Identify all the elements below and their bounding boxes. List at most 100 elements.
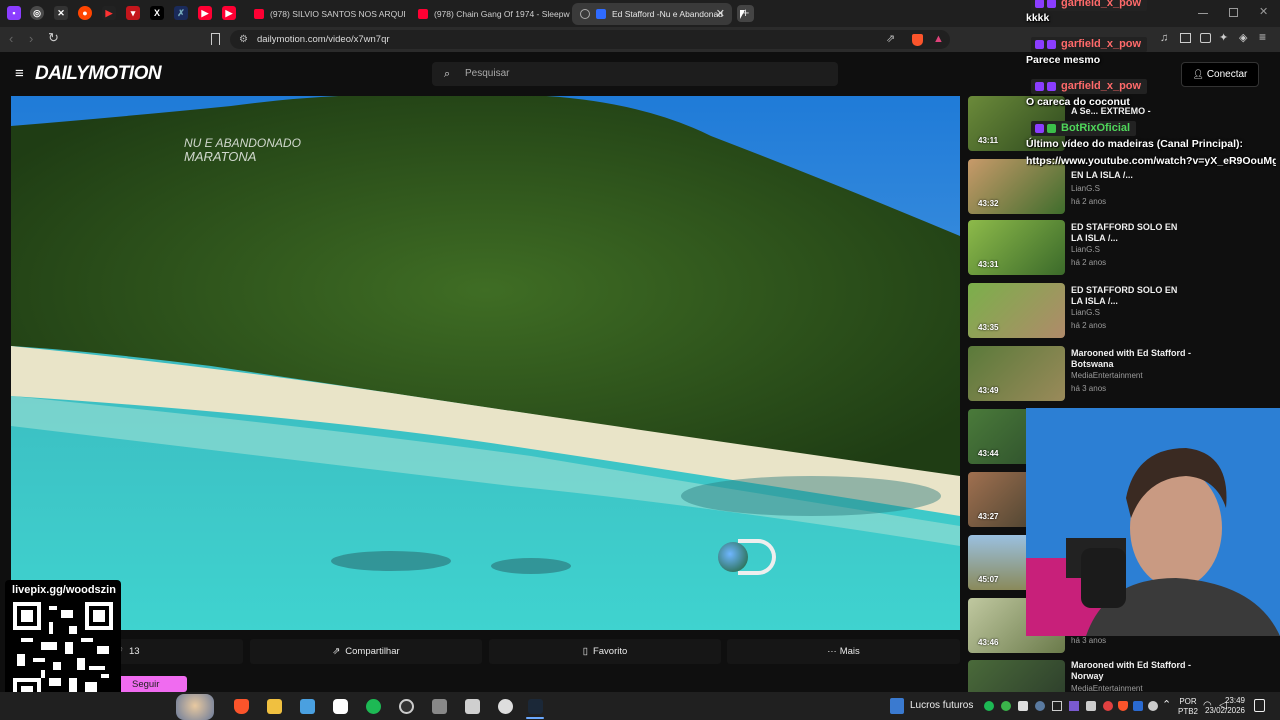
brave-rewards-icon[interactable]: ▲ <box>933 30 944 49</box>
capcut-taskbar-icon[interactable] <box>333 699 348 714</box>
tab-ed-stafford[interactable]: Ed Stafford -Nu e Abandonad ✕ <box>572 3 732 25</box>
bookmark-icon[interactable] <box>211 33 220 45</box>
pinned-tab-icon-2[interactable]: ✗ <box>174 6 188 20</box>
chat-username-text: BotRixOficial <box>1061 122 1131 134</box>
file-explorer-taskbar-icon[interactable] <box>267 699 282 714</box>
video-title: Marooned with Ed Stafford - Norway <box>1071 660 1191 681</box>
app-taskbar-icon-3[interactable] <box>498 699 513 714</box>
maximize-icon[interactable] <box>1229 8 1238 17</box>
youtube-pinned-tab-icon-3[interactable]: ▶ <box>222 6 236 20</box>
tray-icon-3[interactable] <box>1035 701 1045 711</box>
video-thumbnail: 43:35 <box>968 283 1065 338</box>
youtube-favicon-icon <box>254 9 264 19</box>
close-window-icon[interactable]: ✕ <box>1259 5 1268 18</box>
bookmark-icon: ▯ <box>582 646 588 657</box>
related-video-item[interactable]: Marooned with Ed Stafford - Norway Media… <box>968 660 1268 692</box>
wallet-icon[interactable] <box>1200 33 1211 43</box>
video-title: Marooned with Ed Stafford - Botswana <box>1071 348 1191 369</box>
chatgpt-pinned-tab-icon[interactable]: ◎ <box>30 6 44 20</box>
discovery-logo <box>738 539 776 575</box>
tray-icon-8[interactable] <box>1133 701 1143 711</box>
close-tab-icon[interactable]: ✕ <box>716 7 725 20</box>
badge-icon <box>1035 0 1044 8</box>
spotify-taskbar-icon[interactable] <box>366 699 381 714</box>
search-icon: ⌕ <box>444 68 451 80</box>
favorite-button[interactable]: ▯ Favorito <box>489 639 721 664</box>
minimize-icon[interactable] <box>1198 13 1208 14</box>
video-frame <box>11 96 960 630</box>
chat-message: Último vídeo do madeiras (Canal Principa… <box>1026 138 1244 150</box>
youtube-pinned-tab-icon-2[interactable]: ▶ <box>198 6 212 20</box>
widget-icon[interactable] <box>890 698 904 714</box>
badge-icon <box>1047 0 1056 8</box>
tray-icon[interactable] <box>1001 701 1011 711</box>
related-video-item[interactable]: 43:49 Marooned with Ed Stafford - Botswa… <box>968 346 1268 401</box>
keyboard-layout: PTB2 <box>1178 707 1199 716</box>
more-button[interactable]: ··· Mais <box>727 639 960 664</box>
tab-silvio-santos[interactable]: (978) SILVIO SANTOS NOS ARQUIVO <box>246 3 406 25</box>
tray-icon-7[interactable] <box>1103 701 1113 711</box>
mascot-icon[interactable] <box>176 694 214 720</box>
brave-shields-icon[interactable] <box>912 34 923 46</box>
media-icon[interactable]: ♫ <box>1160 32 1168 44</box>
chat-username: garfield_x_pow <box>1031 0 1148 11</box>
x-pinned-tab-icon[interactable]: X <box>150 6 164 20</box>
tab-chain-gang[interactable]: (978) Chain Gang Of 1974 - Sleepwalk <box>410 3 570 25</box>
related-video-item[interactable]: 43:32 EN LA ISLA /... LianG.S há 2 anos <box>968 159 1268 214</box>
badge-icon <box>1035 82 1044 91</box>
dailymotion-logo[interactable]: DAILYMOTION <box>35 63 162 85</box>
chat-message: O careca do coconut <box>1026 96 1130 108</box>
sidebar-icon[interactable] <box>1180 33 1191 43</box>
connect-button[interactable]: 👤︎ Conectar <box>1181 62 1259 87</box>
youtube-pinned-tab-icon[interactable]: ▶ <box>102 6 116 20</box>
hamburger-menu-icon[interactable]: ≡ <box>15 65 24 82</box>
address-field[interactable]: ⚙ dailymotion.com/video/x7wn7qr ⇗ ▲ <box>230 30 950 49</box>
leo-icon[interactable]: ✦ <box>1219 31 1228 44</box>
share-page-icon[interactable]: ⇗ <box>886 30 895 49</box>
steam-taskbar-icon[interactable] <box>528 699 543 714</box>
video-duration: 43:44 <box>978 449 999 458</box>
tray-icon-4[interactable] <box>1052 701 1062 711</box>
video-duration: 43:49 <box>978 386 999 395</box>
calculator-taskbar-icon[interactable] <box>465 699 480 714</box>
muted-pinned-tab-icon[interactable]: ✕ <box>54 6 68 20</box>
twitch-pinned-tab-icon[interactable]: ▪ <box>7 6 21 20</box>
search-placeholder: Pesquisar <box>465 68 510 79</box>
notification-icon[interactable] <box>1254 699 1265 712</box>
video-player[interactable]: Nu e Abandonado Maratona <box>11 96 960 630</box>
site-info-icon[interactable]: ⚙ <box>239 30 248 49</box>
spotify-tray-icon[interactable] <box>984 701 994 711</box>
tray-icon-9[interactable] <box>1148 701 1158 711</box>
chat-username: BotRixOficial <box>1031 121 1137 136</box>
related-video-item[interactable]: 43:35 ED STAFFORD SOLO EN LA ISLA /... L… <box>968 283 1268 338</box>
obs-taskbar-icon[interactable] <box>399 699 414 714</box>
brave-taskbar-icon[interactable] <box>234 699 249 714</box>
menu-icon[interactable]: ≡ <box>1259 30 1266 44</box>
tray-icon-5[interactable] <box>1069 701 1079 711</box>
tray-icon-2[interactable] <box>1018 701 1028 711</box>
brave-tray-icon[interactable] <box>1118 701 1128 711</box>
vpn-icon[interactable]: ◈ <box>1239 31 1247 44</box>
app-taskbar-icon[interactable] <box>300 699 315 714</box>
overlay-title-line2: Maratona <box>184 149 257 164</box>
tab-label: (978) SILVIO SANTOS NOS ARQUIVO <box>270 9 406 19</box>
video-channel: LianG.S <box>1071 308 1100 317</box>
widget-label[interactable]: Lucros futuros <box>910 700 973 711</box>
pinned-tab-icon[interactable]: ▾ <box>126 6 140 20</box>
share-icon: ⇗ <box>332 646 341 657</box>
clock[interactable]: 23:49 23/02/2026 <box>1199 696 1245 716</box>
reload-icon[interactable]: ↻ <box>48 30 59 46</box>
badge-icon <box>1035 124 1044 133</box>
forward-icon[interactable]: › <box>29 31 33 46</box>
back-icon[interactable]: ‹ <box>9 31 13 46</box>
language-code: POR <box>1179 697 1197 706</box>
related-video-item[interactable]: 43:31 ED STAFFORD SOLO EN LA ISLA /... L… <box>968 220 1268 275</box>
share-button[interactable]: ⇗ Compartilhar <box>250 639 482 664</box>
chevron-up-icon[interactable]: ⌃ <box>1162 698 1171 711</box>
video-thumbnail <box>968 660 1065 692</box>
language-indicator[interactable]: POR PTB2 <box>1178 697 1198 717</box>
tray-icon-6[interactable] <box>1086 701 1096 711</box>
reddit-pinned-tab-icon[interactable]: ● <box>78 6 92 20</box>
app-taskbar-icon-2[interactable] <box>432 699 447 714</box>
search-input[interactable]: ⌕ Pesquisar <box>432 62 838 86</box>
